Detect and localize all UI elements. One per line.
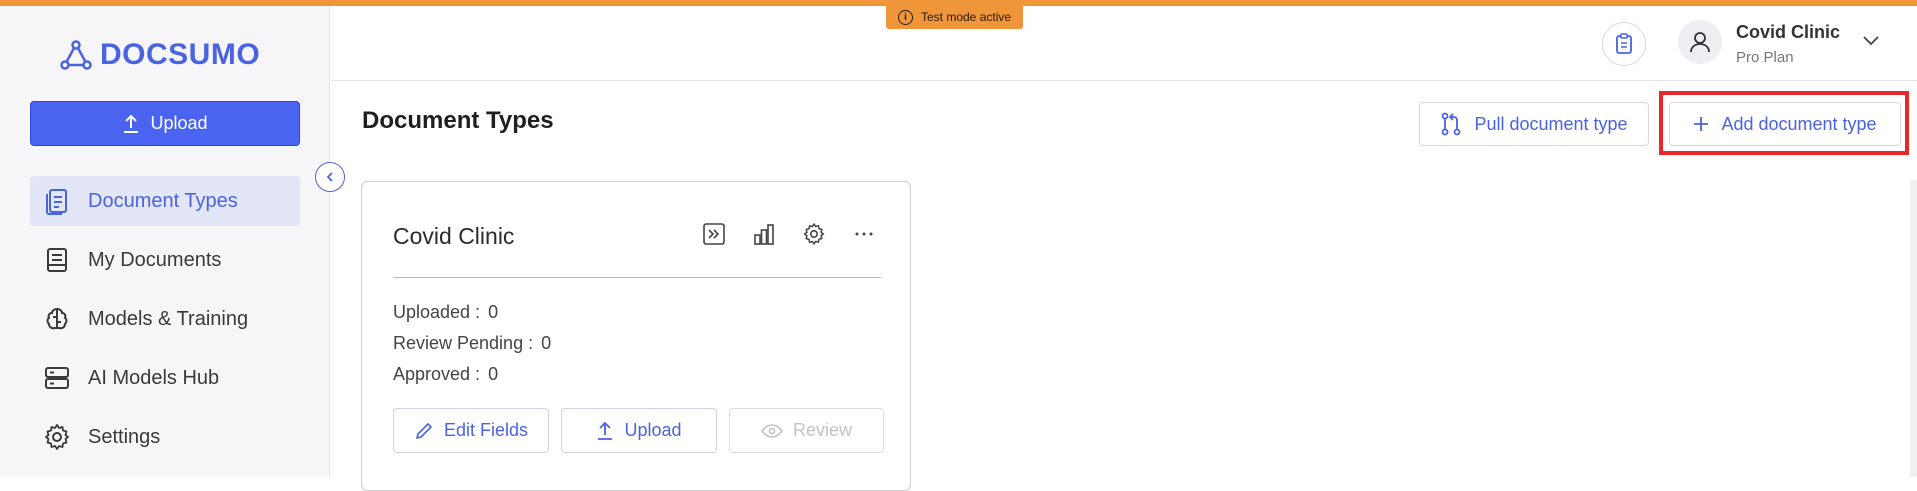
bar-chart-icon — [754, 224, 774, 245]
card-upload-button[interactable]: Upload — [561, 408, 717, 453]
user-name[interactable]: Covid Clinic — [1736, 22, 1840, 43]
more-horizontal-icon — [855, 232, 873, 236]
edit-fields-label: Edit Fields — [443, 420, 529, 440]
clipboard-button[interactable] — [1602, 22, 1646, 66]
chevron-down-icon — [1863, 36, 1879, 46]
pull-document-type-label: Pull document type — [1474, 113, 1628, 134]
pencil-icon — [416, 422, 432, 439]
review-button[interactable]: Review — [729, 408, 884, 453]
card-analytics-button[interactable] — [750, 220, 778, 248]
review-label: Review — [792, 420, 853, 440]
sidebar-item-label: Models & Training — [88, 307, 249, 330]
sidebar-nav: Document Types My Documents Models & Tra… — [30, 176, 300, 471]
avatar[interactable] — [1678, 20, 1722, 64]
collapse-sidebar-button[interactable] — [315, 162, 345, 192]
stat-uploaded: Uploaded : 0 — [393, 302, 498, 323]
stat-value: 0 — [488, 364, 499, 384]
sidebar-item-label: Settings — [88, 425, 161, 448]
stat-approved: Approved : 0 — [393, 364, 498, 385]
clipboard-icon — [1616, 33, 1632, 54]
server-icon — [45, 367, 69, 389]
user-plan: Pro Plan — [1736, 49, 1794, 66]
sidebar-item-ai-models-hub[interactable]: AI Models Hub — [30, 353, 300, 403]
upload-icon — [598, 421, 613, 440]
brain-icon — [46, 307, 68, 330]
logo-text: DOCSUMO — [100, 38, 261, 71]
eye-icon — [761, 423, 783, 438]
plus-icon — [1694, 117, 1709, 131]
chevron-left-icon — [326, 172, 333, 182]
edit-fields-button[interactable]: Edit Fields — [393, 408, 549, 453]
sidebar: DOCSUMO Upload Document Types My Documen… — [0, 6, 330, 477]
my-documents-icon — [47, 248, 67, 272]
document-types-icon — [46, 189, 67, 215]
stat-value: 0 — [488, 302, 499, 322]
card-settings-button[interactable] — [800, 220, 828, 248]
scrollbar[interactable] — [1910, 180, 1917, 477]
stat-label: Uploaded : — [393, 302, 481, 322]
user-menu-toggle[interactable] — [1862, 33, 1880, 51]
card-actions — [700, 220, 878, 248]
sidebar-item-document-types[interactable]: Document Types — [30, 176, 300, 226]
document-type-card: Covid Clinic Uploaded: 0 Review Pending… — [361, 181, 911, 491]
sidebar-item-label: Document Types — [88, 189, 238, 212]
gear-icon — [45, 424, 69, 450]
stat-value: 0 — [541, 333, 552, 353]
upload-button-label: Upload — [150, 113, 208, 133]
card-open-button[interactable] — [700, 220, 728, 248]
card-divider — [393, 277, 881, 278]
upload-icon — [124, 114, 139, 133]
logo[interactable]: DOCSUMO — [60, 38, 260, 72]
stat-review-pending: Review Pending : 0 — [393, 333, 551, 354]
sidebar-item-label: My Documents — [88, 248, 222, 271]
user-icon — [1690, 32, 1710, 53]
card-title[interactable]: Covid Clinic — [393, 223, 514, 250]
docsumo-logo-icon — [60, 40, 92, 70]
stat-label: Approved : — [393, 364, 481, 384]
stat-label: Review Pending : — [393, 333, 534, 353]
pull-document-type-button[interactable]: Pull document type — [1419, 102, 1649, 146]
sidebar-item-models-training[interactable]: Models & Training — [30, 294, 300, 344]
card-more-button[interactable] — [850, 220, 878, 248]
add-document-type-button[interactable]: Add document type — [1669, 102, 1901, 146]
sidebar-item-settings[interactable]: Settings — [30, 412, 300, 462]
pull-request-icon — [1442, 112, 1461, 136]
add-document-type-label: Add document type — [1721, 113, 1877, 134]
sidebar-item-my-documents[interactable]: My Documents — [30, 235, 300, 285]
page-title: Document Types — [362, 107, 554, 134]
upload-button[interactable]: Upload — [30, 101, 300, 146]
gear-icon — [803, 223, 825, 245]
double-chevron-right-icon — [703, 223, 725, 245]
card-upload-label: Upload — [624, 420, 682, 440]
sidebar-item-label: AI Models Hub — [88, 366, 220, 389]
